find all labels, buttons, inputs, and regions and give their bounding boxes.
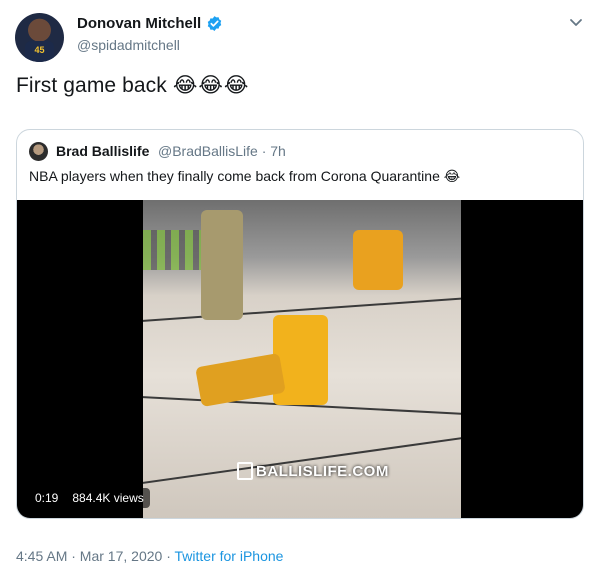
tweet-text: First game back 😂😂😂 [16,73,249,98]
tweet-source-link[interactable]: Twitter for iPhone [175,548,284,564]
quoted-handle-time: @BradBallisLife · 7h [158,143,286,159]
tweet-timestamp[interactable]: 4:45 AM · Mar 17, 2020 · [16,548,175,564]
quoted-tweet-text: NBA players when they finally come back … [29,168,461,184]
player-figure [201,210,243,320]
verified-badge-icon [207,16,222,31]
tweet: 45 Donovan Mitchell @spidadmitchell Firs… [0,0,602,579]
watermark-text: BALLISLIFE.COM [256,462,389,480]
tweet-footer: 4:45 AM · Mar 17, 2020 · Twitter for iPh… [16,548,283,564]
video-info-badge: 0:19 884.4K views [29,488,150,508]
author-name-row: Donovan Mitchell [77,15,223,32]
author-display-name[interactable]: Donovan Mitchell [77,15,201,32]
author-avatar[interactable]: 45 [15,13,64,62]
quoted-author-avatar [29,142,48,161]
player-figure [353,230,403,290]
video-duration: 0:19 [35,491,59,505]
video-frame: BALLISLIFE.COM [143,200,461,518]
video-views: 884.4K views [72,491,144,505]
quoted-author-name: Brad Ballislife [56,143,150,159]
video-player[interactable]: BALLISLIFE.COM 0:19 884.4K views [17,200,583,518]
ballislife-logo-icon [237,462,253,480]
avatar-jersey-number: 45 [25,41,54,62]
tweet-text-body: First game back [16,74,167,97]
video-watermark: BALLISLIFE.COM [237,462,389,480]
tweet-emoji: 😂😂😂 [172,74,250,97]
court-line [143,428,461,490]
quoted-tweet-card[interactable]: Brad Ballislife @BradBallisLife · 7h NBA… [16,129,584,519]
author-handle[interactable]: @spidadmitchell [77,37,180,53]
chevron-down-icon[interactable] [568,14,584,30]
